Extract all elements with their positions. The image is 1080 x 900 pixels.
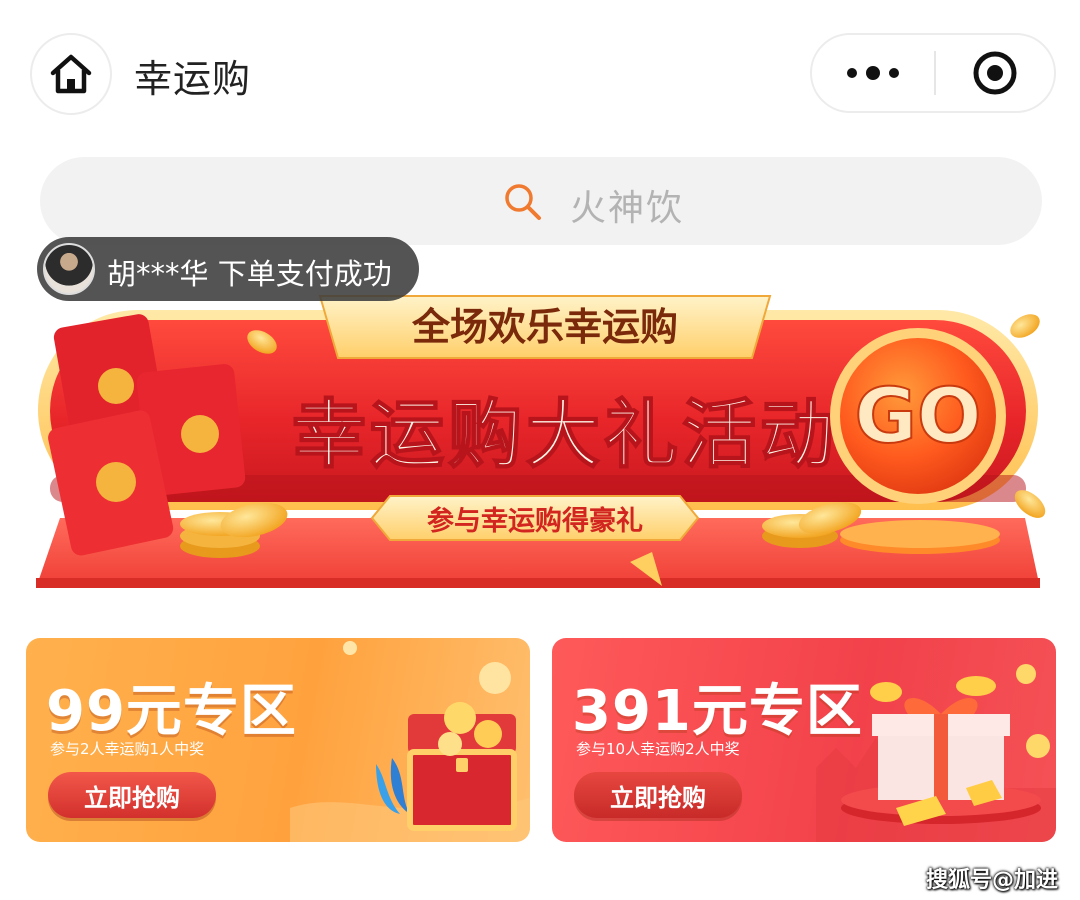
treasure-chest-icon: [290, 641, 530, 842]
buy-now-button[interactable]: 立即抢购: [48, 772, 216, 818]
home-icon: [50, 54, 92, 94]
home-button[interactable]: [30, 33, 112, 115]
order-toast: 胡***华 下单支付成功: [37, 237, 419, 301]
banner-ribbon-text: 全场欢乐幸运购: [411, 305, 678, 349]
record-circle-icon: [973, 51, 1017, 95]
more-dots-icon: [847, 66, 899, 80]
mini-program-capsule: [810, 33, 1056, 113]
search-bar[interactable]: 火神饮: [40, 157, 1042, 245]
buy-now-button[interactable]: 立即抢购: [574, 772, 742, 818]
search-icon: [505, 184, 541, 220]
avatar: [43, 243, 95, 295]
more-options-button[interactable]: [812, 35, 934, 111]
zone-description: 参与2人幸运购1人中奖: [50, 740, 205, 758]
zone-description: 参与10人幸运购2人中奖: [576, 740, 740, 758]
toast-text: 胡***华 下单支付成功: [107, 257, 392, 291]
zone-card-99[interactable]: 99元专区 参与2人幸运购1人中奖 立即抢购: [26, 638, 530, 842]
lucky-buy-banner[interactable]: 全场欢乐幸运购 幸运购大礼活动 参与幸运购得豪礼 GO: [30, 290, 1050, 595]
zone-title: 99元专区: [46, 679, 297, 744]
banner-subtitle: 参与幸运购得豪礼: [427, 505, 643, 537]
page-title: 幸运购: [134, 57, 252, 101]
watermark: 搜狐号@加进: [925, 868, 1058, 893]
go-button-label: GO: [855, 371, 982, 460]
banner-headline: 幸运购大礼活动: [292, 392, 838, 478]
close-program-button[interactable]: [936, 35, 1054, 111]
search-placeholder: 火神饮: [570, 188, 685, 229]
zone-title: 391元专区: [572, 679, 863, 744]
go-button[interactable]: GO: [830, 328, 1006, 504]
zone-card-391[interactable]: 391元专区 参与10人幸运购2人中奖 立即抢购: [552, 638, 1056, 842]
